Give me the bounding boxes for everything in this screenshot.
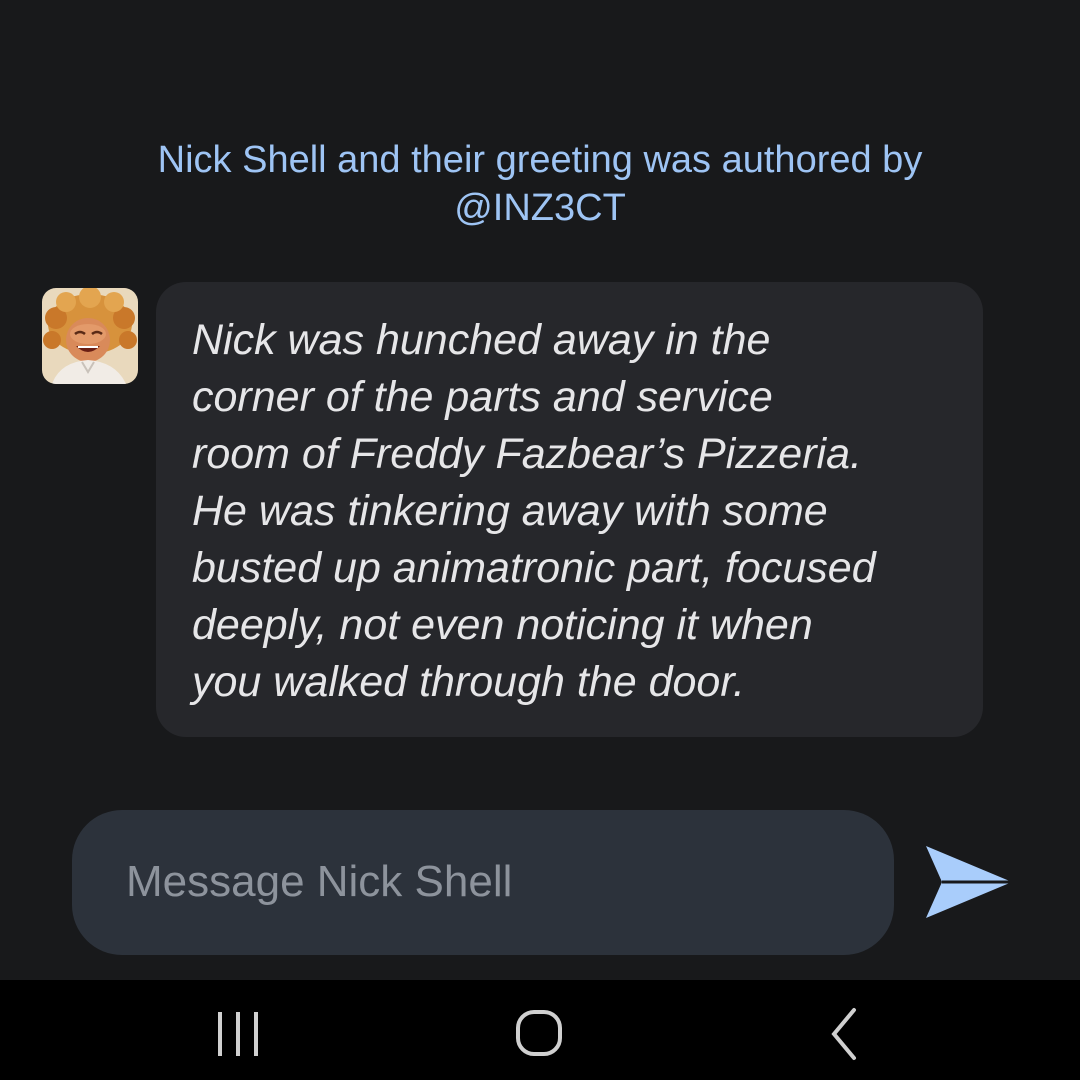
- back-chevron-icon: [831, 1008, 856, 1060]
- home-icon: [516, 1010, 562, 1056]
- recent-apps-button[interactable]: [198, 998, 278, 1070]
- back-button[interactable]: [806, 998, 886, 1070]
- send-button[interactable]: [920, 842, 1016, 924]
- message-input[interactable]: [126, 850, 846, 914]
- message-composer: [72, 810, 894, 955]
- greeting-message-bubble: Nick was hunched away in the corner of t…: [156, 282, 983, 737]
- greeting-attribution: Nick Shell and their greeting was author…: [157, 139, 923, 229]
- recent-apps-icon: [218, 1012, 258, 1056]
- character-avatar[interactable]: [42, 288, 138, 384]
- avatar-portrait-icon: [42, 288, 138, 384]
- greeting-message-text: Nick was hunched away in the corner of t…: [192, 316, 876, 706]
- chat-screen: Nick Shell and their greeting was author…: [0, 0, 1080, 980]
- home-button[interactable]: [500, 998, 580, 1070]
- system-navigation-bar: [0, 980, 1080, 1080]
- send-arrow-icon: [926, 846, 1012, 918]
